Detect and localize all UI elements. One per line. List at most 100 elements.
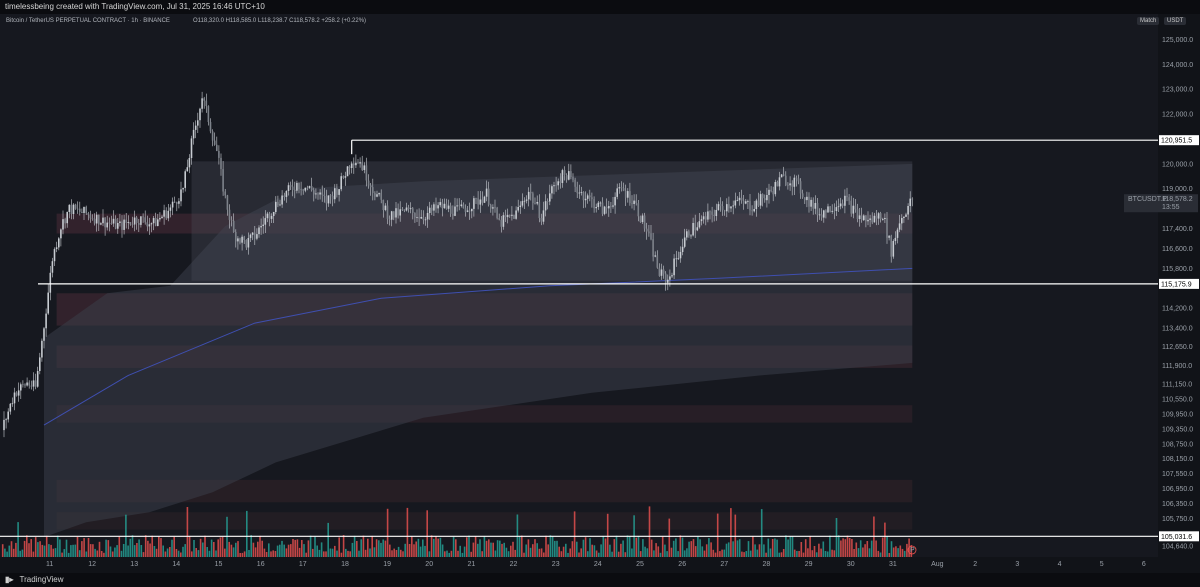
volume-bar <box>28 543 30 557</box>
volume-bar <box>439 537 442 557</box>
volume-bar <box>593 545 596 557</box>
volume-bar <box>397 546 400 557</box>
candle-body <box>711 211 713 215</box>
volume-bar <box>642 539 644 557</box>
candle-body <box>705 216 707 220</box>
candle-body <box>224 191 226 196</box>
volume-bar <box>503 542 505 557</box>
price-chart[interactable]: 120,951.5115,175.9105,031.6BTCUSDT.P118,… <box>0 14 1200 573</box>
candle-body <box>51 261 54 273</box>
candle-body <box>740 197 743 201</box>
candle-body <box>161 216 163 218</box>
candle-body <box>43 328 45 341</box>
candle-body <box>34 380 37 387</box>
volume-bar <box>510 545 512 557</box>
candle-body <box>146 222 149 227</box>
candle-body <box>616 188 618 197</box>
candle-body <box>281 195 283 205</box>
volume-bar <box>862 547 864 557</box>
volume-bar <box>252 542 255 557</box>
volume-bar <box>677 551 679 557</box>
volume-bar <box>620 543 622 557</box>
volume-bar <box>714 552 717 557</box>
volume-bar <box>879 552 882 557</box>
volume-bar <box>686 548 688 557</box>
volume-bar <box>809 536 811 557</box>
volume-bar <box>219 537 222 557</box>
candle-body <box>686 231 688 238</box>
candle-body <box>804 197 806 201</box>
volume-bar <box>314 536 316 557</box>
volume-bar <box>712 549 715 557</box>
volume-bar <box>248 550 250 557</box>
volume-bar <box>70 545 72 557</box>
currency-button[interactable]: USDT <box>1164 17 1187 25</box>
symbol-info: Bitcoin / TetherUS PERPETUAL CONTRACT · … <box>6 18 170 24</box>
volume-bar <box>903 550 906 557</box>
volume-bar <box>305 552 307 557</box>
candle-body <box>869 218 871 220</box>
volume-bar <box>417 538 420 557</box>
volume-bar <box>384 540 387 557</box>
volume-bar <box>279 544 281 557</box>
volume-bar <box>349 551 351 557</box>
volume-bar <box>217 539 219 557</box>
candle-body <box>275 201 277 212</box>
volume-bar <box>549 535 552 557</box>
candle-body <box>3 419 5 431</box>
volume-bar <box>818 543 820 557</box>
candle-body <box>28 382 30 386</box>
candle-body <box>83 206 85 213</box>
volume-bar <box>177 550 180 557</box>
candle-body <box>443 203 446 209</box>
candle-body <box>386 205 389 219</box>
candle-body <box>521 201 524 206</box>
volume-bar <box>459 545 461 557</box>
candle-body <box>707 211 709 220</box>
candle-body <box>519 205 522 207</box>
volume-bar <box>736 540 739 557</box>
volume-bar <box>463 546 466 557</box>
volume-bar <box>664 544 666 557</box>
volume-bar <box>499 540 501 557</box>
candle-body <box>294 190 296 191</box>
candle-body <box>745 201 747 204</box>
volume-bar <box>602 536 605 557</box>
volume-bar <box>681 537 684 557</box>
branding-bar: ▮▸ TradingView <box>0 573 1200 587</box>
candle-body <box>433 204 435 211</box>
volume-bar <box>892 547 895 557</box>
candle-body <box>376 194 378 197</box>
candle-body <box>681 246 684 252</box>
candle-body <box>551 186 553 194</box>
candle-body <box>403 209 406 211</box>
volume-bar <box>122 544 125 557</box>
volume-bar <box>699 539 701 557</box>
candle-body <box>26 382 28 386</box>
candle-body <box>62 219 64 230</box>
candle-body <box>91 218 94 220</box>
volume-bar <box>666 551 668 557</box>
x-tick-label: 4 <box>1058 561 1062 568</box>
volume-bar <box>723 549 726 557</box>
volume-bar <box>888 553 891 557</box>
volume-bar <box>545 535 547 557</box>
x-tick-label: 28 <box>763 561 771 568</box>
volume-bar <box>609 544 611 557</box>
candle-body <box>253 232 256 239</box>
volume-bar <box>452 536 455 557</box>
volume-bar <box>261 540 263 557</box>
volume-bar <box>727 542 730 557</box>
volume-bar <box>389 544 391 557</box>
candle-body <box>98 214 100 225</box>
candle-body <box>721 206 724 211</box>
match-button[interactable]: Match <box>1137 17 1160 25</box>
candle-body <box>266 213 269 219</box>
volume-bar <box>791 536 794 557</box>
volume-bar <box>197 550 200 557</box>
volume-bar <box>199 538 202 557</box>
volume-bar <box>571 541 574 557</box>
candle-body <box>36 371 39 387</box>
candle-body <box>412 208 414 213</box>
y-tick-label: 122,000.0 <box>1162 112 1193 119</box>
